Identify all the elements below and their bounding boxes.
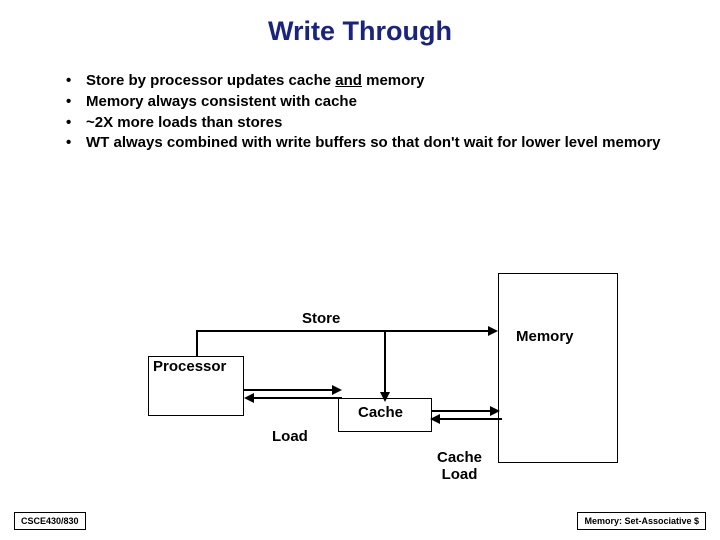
cacheload-out-head: [490, 406, 500, 416]
load-in-head: [244, 393, 254, 403]
load-out-head: [332, 385, 342, 395]
load-in-line: [252, 397, 342, 399]
load-out-line: [244, 389, 338, 391]
store-to-cache-line: [384, 330, 386, 398]
list-item: • Memory always consistent with cache: [66, 93, 676, 112]
cacheload-in-line: [438, 418, 502, 420]
memory-label: Memory: [516, 328, 574, 345]
store-to-cache-head: [380, 392, 390, 402]
cache-load-label: Cache Load: [437, 449, 482, 483]
store-label: Store: [302, 310, 340, 327]
load-label: Load: [272, 428, 308, 445]
slide-title: Write Through: [0, 0, 720, 47]
cacheload-out-line: [432, 410, 494, 412]
cache-label: Cache: [358, 404, 403, 421]
store-arrow-stub: [196, 330, 198, 356]
list-item: • ~2X more loads than stores: [66, 114, 676, 133]
memory-box: [498, 273, 618, 463]
processor-label: Processor: [153, 358, 226, 375]
footer-right: Memory: Set-Associative $: [577, 512, 706, 530]
store-arrow-line: [196, 330, 492, 332]
cacheload-in-head: [430, 414, 440, 424]
store-arrow-head: [488, 326, 498, 336]
list-item: • Store by processor updates cache and m…: [66, 72, 676, 91]
list-item: • WT always combined with write buffers …: [66, 134, 676, 153]
bullet-list: • Store by processor updates cache and m…: [66, 72, 676, 155]
footer-left: CSCE430/830: [14, 512, 86, 530]
